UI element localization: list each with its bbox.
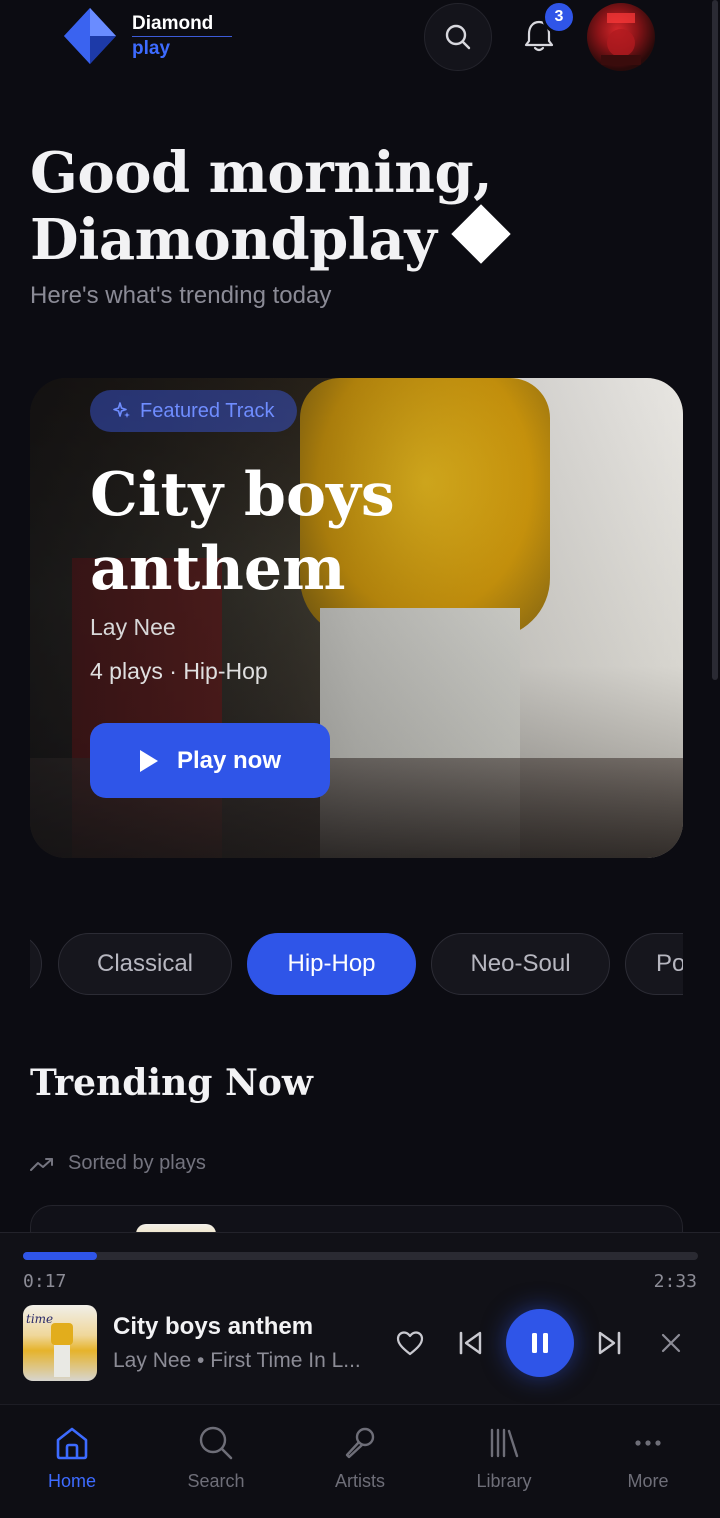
greeting-line-2-wrap: Diamondplay [30, 204, 512, 274]
greeting-line-1: Good morning, [30, 140, 493, 206]
genre-chip-label: Po [656, 950, 683, 977]
tab-label: Library [476, 1471, 532, 1491]
like-button[interactable] [392, 1325, 428, 1361]
skip-previous-icon [459, 1331, 482, 1355]
diamond-icon [451, 204, 512, 264]
tab-more[interactable]: More [576, 1405, 720, 1511]
brand-name: Diamond play [132, 12, 232, 61]
close-icon [661, 1333, 681, 1353]
bottom-navigation: Home Search Artists Library More [0, 1404, 720, 1510]
tab-label: Search [187, 1471, 245, 1491]
featured-artist[interactable]: Lay Nee [90, 614, 176, 641]
tab-label: Home [47, 1471, 96, 1491]
tab-artists[interactable]: Artists [288, 1405, 432, 1511]
progress-fill [23, 1252, 98, 1260]
genre-chip[interactable] [30, 933, 42, 995]
more-icon [635, 1440, 661, 1446]
search-button[interactable] [424, 3, 492, 71]
greeting-line-2: Diamondplay [30, 207, 437, 273]
genre-chip-label: Neo-Soul [470, 950, 571, 977]
scrollbar[interactable] [712, 0, 718, 680]
trending-title: Trending Now [30, 1062, 313, 1104]
now-playing-bar: 0:17 2:33 time City boys anthem Lay Nee … [0, 1232, 720, 1404]
notification-badge: 3 [542, 0, 576, 34]
trending-up-icon [30, 1157, 53, 1171]
greeting-subtitle: Here's what's trending today [30, 282, 332, 309]
play-now-label: Play now [176, 746, 282, 774]
greeting-heading: Good morning, Diamondplay [30, 140, 512, 274]
skip-next-icon [598, 1331, 621, 1355]
now-playing-artwork[interactable]: time [23, 1305, 97, 1381]
sorted-label: Sorted by plays [30, 1152, 206, 1175]
bottom-edge [0, 1510, 720, 1518]
genre-chip-hip-hop[interactable]: Hip-Hop [247, 933, 416, 995]
tab-search[interactable]: Search [144, 1405, 288, 1511]
diamond-logo-icon[interactable] [60, 6, 120, 66]
brand-line-2: play [132, 36, 232, 61]
genre-chip-classical[interactable]: Classical [58, 933, 232, 995]
genre-chip-label: Hip-Hop [287, 950, 376, 977]
total-time: 2:33 [653, 1271, 697, 1292]
library-icon [490, 1428, 519, 1458]
svg-text:time: time [26, 1312, 53, 1326]
close-player-button[interactable] [654, 1325, 688, 1361]
genre-filter-row[interactable]: Classical Hip-Hop Neo-Soul Po [30, 933, 683, 995]
sparkle-icon [113, 402, 130, 418]
previous-button[interactable] [452, 1325, 488, 1361]
featured-title: City boys anthem [90, 460, 395, 604]
pause-button[interactable] [506, 1309, 574, 1377]
featured-tag: Featured Track [90, 390, 297, 432]
tab-label: More [627, 1471, 669, 1491]
genre-chip-pop[interactable]: Po [625, 933, 683, 995]
home-icon [56, 1427, 88, 1460]
play-now-button[interactable]: Play now [90, 723, 330, 798]
featured-meta: 4 plays · Hip-Hop [90, 658, 268, 684]
app-header: Diamond play 3 [0, 0, 720, 680]
now-playing-title[interactable]: City boys anthem [113, 1313, 313, 1341]
featured-track-card[interactable]: Featured Track City boys anthem Lay Nee … [30, 378, 683, 858]
tab-library[interactable]: Library [432, 1405, 576, 1511]
next-button[interactable] [592, 1325, 628, 1361]
genre-chip-label: Classical [96, 950, 194, 977]
pause-icon [532, 1333, 548, 1353]
play-icon [139, 749, 158, 772]
tab-label: Artists [334, 1471, 385, 1491]
now-playing-subtitle[interactable]: Lay Nee • First Time In L... [113, 1349, 373, 1373]
progress-bar[interactable] [23, 1252, 698, 1260]
avatar[interactable] [587, 3, 655, 71]
current-time: 0:17 [23, 1271, 67, 1292]
heart-icon [396, 1331, 424, 1356]
featured-tag-label: Featured Track [140, 399, 275, 422]
tab-home[interactable]: Home [0, 1405, 144, 1511]
brand-line-1: Diamond [132, 13, 214, 34]
microphone-icon [345, 1427, 375, 1459]
genre-chip-neo-soul[interactable]: Neo-Soul [431, 933, 610, 995]
search-icon [445, 24, 471, 50]
search-icon [199, 1426, 233, 1460]
sorted-label-text: Sorted by plays [68, 1152, 206, 1174]
